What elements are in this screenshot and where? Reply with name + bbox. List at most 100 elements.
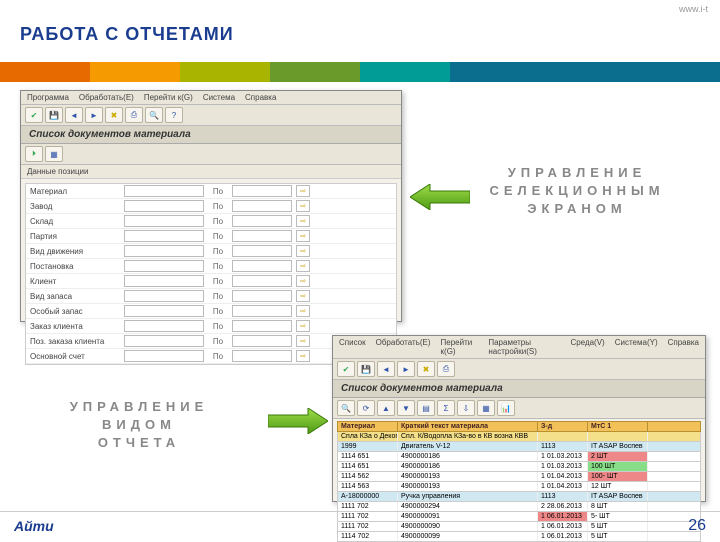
check-icon[interactable]: ✔	[25, 107, 43, 123]
sub-header: Данные позиции	[21, 165, 401, 179]
menu-item[interactable]: Среда(V)	[570, 338, 604, 356]
col-header[interactable]: Краткий текст материала	[398, 422, 538, 431]
print-icon[interactable]: ⎙	[125, 107, 143, 123]
input-to[interactable]	[232, 185, 292, 197]
input-from[interactable]	[124, 215, 204, 227]
detail-icon[interactable]: 🔍	[337, 400, 355, 416]
input-to[interactable]	[232, 215, 292, 227]
save-icon[interactable]: 💾	[45, 107, 63, 123]
fwd-icon[interactable]: ►	[397, 361, 415, 377]
variant-icon[interactable]: ▦	[45, 146, 63, 162]
fwd-icon[interactable]: ►	[85, 107, 103, 123]
sum-icon[interactable]: Σ	[437, 400, 455, 416]
input-from[interactable]	[124, 305, 204, 317]
to-label: По	[208, 262, 228, 271]
cancel-icon[interactable]: ✖	[105, 107, 123, 123]
table-row[interactable]: 1114 65149000001861 01.03.2013100 ШТ	[337, 462, 701, 472]
input-from[interactable]	[124, 200, 204, 212]
cancel-icon[interactable]: ✖	[417, 361, 435, 377]
input-from[interactable]	[124, 335, 204, 347]
menubar[interactable]: Программа Обработать(Е) Перейти к(G) Сис…	[21, 91, 401, 105]
back-icon[interactable]: ◄	[377, 361, 395, 377]
input-from[interactable]	[124, 290, 204, 302]
table-row[interactable]: А-18000000Ручка управления1113IT ASAP Во…	[337, 492, 701, 502]
menubar[interactable]: Список Обработать(Е) Перейти к(G) Параме…	[333, 336, 705, 359]
help-icon[interactable]: ?	[165, 107, 183, 123]
field-label: Особый запас	[30, 307, 120, 316]
input-from[interactable]	[124, 260, 204, 272]
multi-select-icon[interactable]: ⇨	[296, 275, 310, 287]
sort-icon[interactable]: ▲	[377, 400, 395, 416]
table-row[interactable]: 1999Двигатель V-121113IT ASAP Воспев	[337, 442, 701, 452]
menu-item[interactable]: Обработать(Е)	[79, 93, 134, 102]
multi-select-icon[interactable]: ⇨	[296, 335, 310, 347]
col-header[interactable]: МтС 1	[588, 422, 648, 431]
input-to[interactable]	[232, 275, 292, 287]
field-label: Поз. заказа клиента	[30, 337, 120, 346]
check-icon[interactable]: ✔	[337, 361, 355, 377]
alv-toolbar: 🔍 ⟳ ▲ ▼ ▤ Σ ⇩ ▦ 📊	[333, 398, 705, 419]
print-icon[interactable]: ⎙	[437, 361, 455, 377]
input-from[interactable]	[124, 185, 204, 197]
menu-item[interactable]: Программа	[27, 93, 69, 102]
multi-select-icon[interactable]: ⇨	[296, 200, 310, 212]
input-to[interactable]	[232, 335, 292, 347]
input-to[interactable]	[232, 320, 292, 332]
input-to[interactable]	[232, 290, 292, 302]
field-label: Основной счет	[30, 352, 120, 361]
col-header[interactable]: З-д	[538, 422, 588, 431]
menu-item[interactable]: Система(Y)	[615, 338, 658, 356]
table-row[interactable]: 1114 56349000001931 01.04.201312 ШТ	[337, 482, 701, 492]
sort-desc-icon[interactable]: ▼	[397, 400, 415, 416]
input-from[interactable]	[124, 320, 204, 332]
exec-icon[interactable]: ⏵	[25, 146, 43, 162]
col-header[interactable]: Материал	[338, 422, 398, 431]
input-to[interactable]	[232, 200, 292, 212]
input-to[interactable]	[232, 230, 292, 242]
multi-select-icon[interactable]: ⇨	[296, 230, 310, 242]
menu-item[interactable]: Справка	[668, 338, 699, 356]
export-icon[interactable]: ⇩	[457, 400, 475, 416]
menu-item[interactable]: Справка	[245, 93, 276, 102]
layout-icon[interactable]: ▦	[477, 400, 495, 416]
to-label: По	[208, 277, 228, 286]
table-row[interactable]: 1114 65149000001861 01.03.20132 ШТ	[337, 452, 701, 462]
input-to[interactable]	[232, 260, 292, 272]
table-row[interactable]: Спла КЗа о ДекоптроСпл. К/Водопла КЗа-во…	[337, 432, 701, 442]
multi-select-icon[interactable]: ⇨	[296, 350, 310, 362]
menu-item[interactable]: Система	[203, 93, 235, 102]
filter-icon[interactable]: ▤	[417, 400, 435, 416]
refresh-icon[interactable]: ⟳	[357, 400, 375, 416]
field-label: Склад	[30, 217, 120, 226]
multi-select-icon[interactable]: ⇨	[296, 245, 310, 257]
input-to[interactable]	[232, 305, 292, 317]
field-label: Вид движения	[30, 247, 120, 256]
find-icon[interactable]: 🔍	[145, 107, 163, 123]
menu-item[interactable]: Перейти к(G)	[441, 338, 479, 356]
section-title: Список документов материала	[333, 380, 705, 398]
multi-select-icon[interactable]: ⇨	[296, 215, 310, 227]
input-to[interactable]	[232, 350, 292, 362]
top-url: www.i-t	[679, 4, 708, 14]
input-from[interactable]	[124, 275, 204, 287]
menu-item[interactable]: Параметры настройки(S)	[488, 338, 560, 356]
menu-item[interactable]: Перейти к(G)	[144, 93, 193, 102]
multi-select-icon[interactable]: ⇨	[296, 290, 310, 302]
section-title: Список документов материала	[21, 126, 401, 144]
input-from[interactable]	[124, 245, 204, 257]
multi-select-icon[interactable]: ⇨	[296, 260, 310, 272]
multi-select-icon[interactable]: ⇨	[296, 305, 310, 317]
menu-item[interactable]: Список	[339, 338, 366, 356]
table-row[interactable]: 1114 56249000001931 01.04.2013100- ШТ	[337, 472, 701, 482]
graph-icon[interactable]: 📊	[497, 400, 515, 416]
input-to[interactable]	[232, 245, 292, 257]
multi-select-icon[interactable]: ⇨	[296, 185, 310, 197]
save-icon[interactable]: 💾	[357, 361, 375, 377]
multi-select-icon[interactable]: ⇨	[296, 320, 310, 332]
form-row: СкладПо⇨	[26, 214, 396, 229]
input-from[interactable]	[124, 230, 204, 242]
input-from[interactable]	[124, 350, 204, 362]
back-icon[interactable]: ◄	[65, 107, 83, 123]
menu-item[interactable]: Обработать(Е)	[376, 338, 431, 356]
arrow-right-icon	[268, 408, 328, 434]
